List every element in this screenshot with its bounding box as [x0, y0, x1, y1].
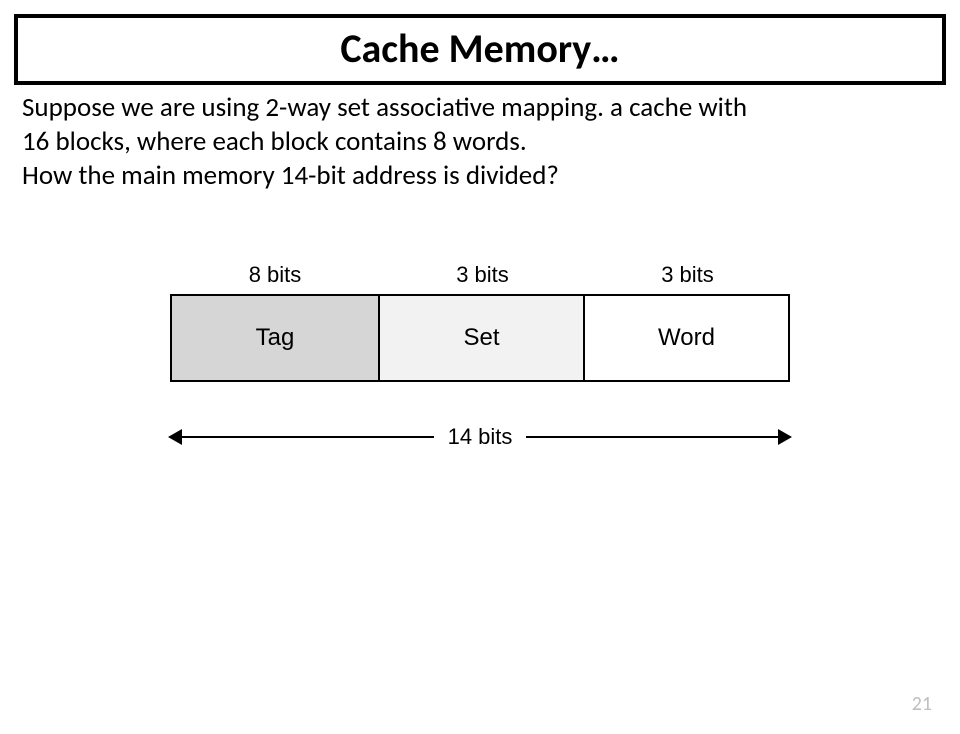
tag-field: Tag: [170, 294, 380, 382]
page-number: 21: [912, 692, 932, 716]
tag-bits-label: 8 bits: [170, 262, 380, 288]
arrow-left-icon: [170, 436, 434, 438]
set-field: Set: [380, 294, 585, 382]
page-title: Cache Memory…: [340, 24, 619, 73]
address-fields: Tag Set Word: [170, 294, 790, 382]
total-bits-dimension: 14 bits: [170, 422, 790, 452]
body-line-1: Suppose we are using 2-way set associati…: [22, 91, 747, 124]
word-bits-label: 3 bits: [585, 262, 790, 288]
problem-statement: Suppose we are using 2-way set associati…: [22, 91, 938, 192]
address-diagram: 8 bits 3 bits 3 bits Tag Set Word 14 bit…: [170, 262, 790, 452]
word-field: Word: [585, 294, 790, 382]
body-line-3: How the main memory 14-bit address is di…: [22, 159, 559, 192]
total-bits-label: 14 bits: [434, 424, 527, 450]
title-box: Cache Memory…: [14, 14, 946, 85]
set-bits-label: 3 bits: [380, 262, 585, 288]
bit-labels-row: 8 bits 3 bits 3 bits: [170, 262, 790, 288]
arrow-right-icon: [526, 436, 790, 438]
body-line-2: 16 blocks, where each block contains 8 w…: [22, 125, 527, 158]
